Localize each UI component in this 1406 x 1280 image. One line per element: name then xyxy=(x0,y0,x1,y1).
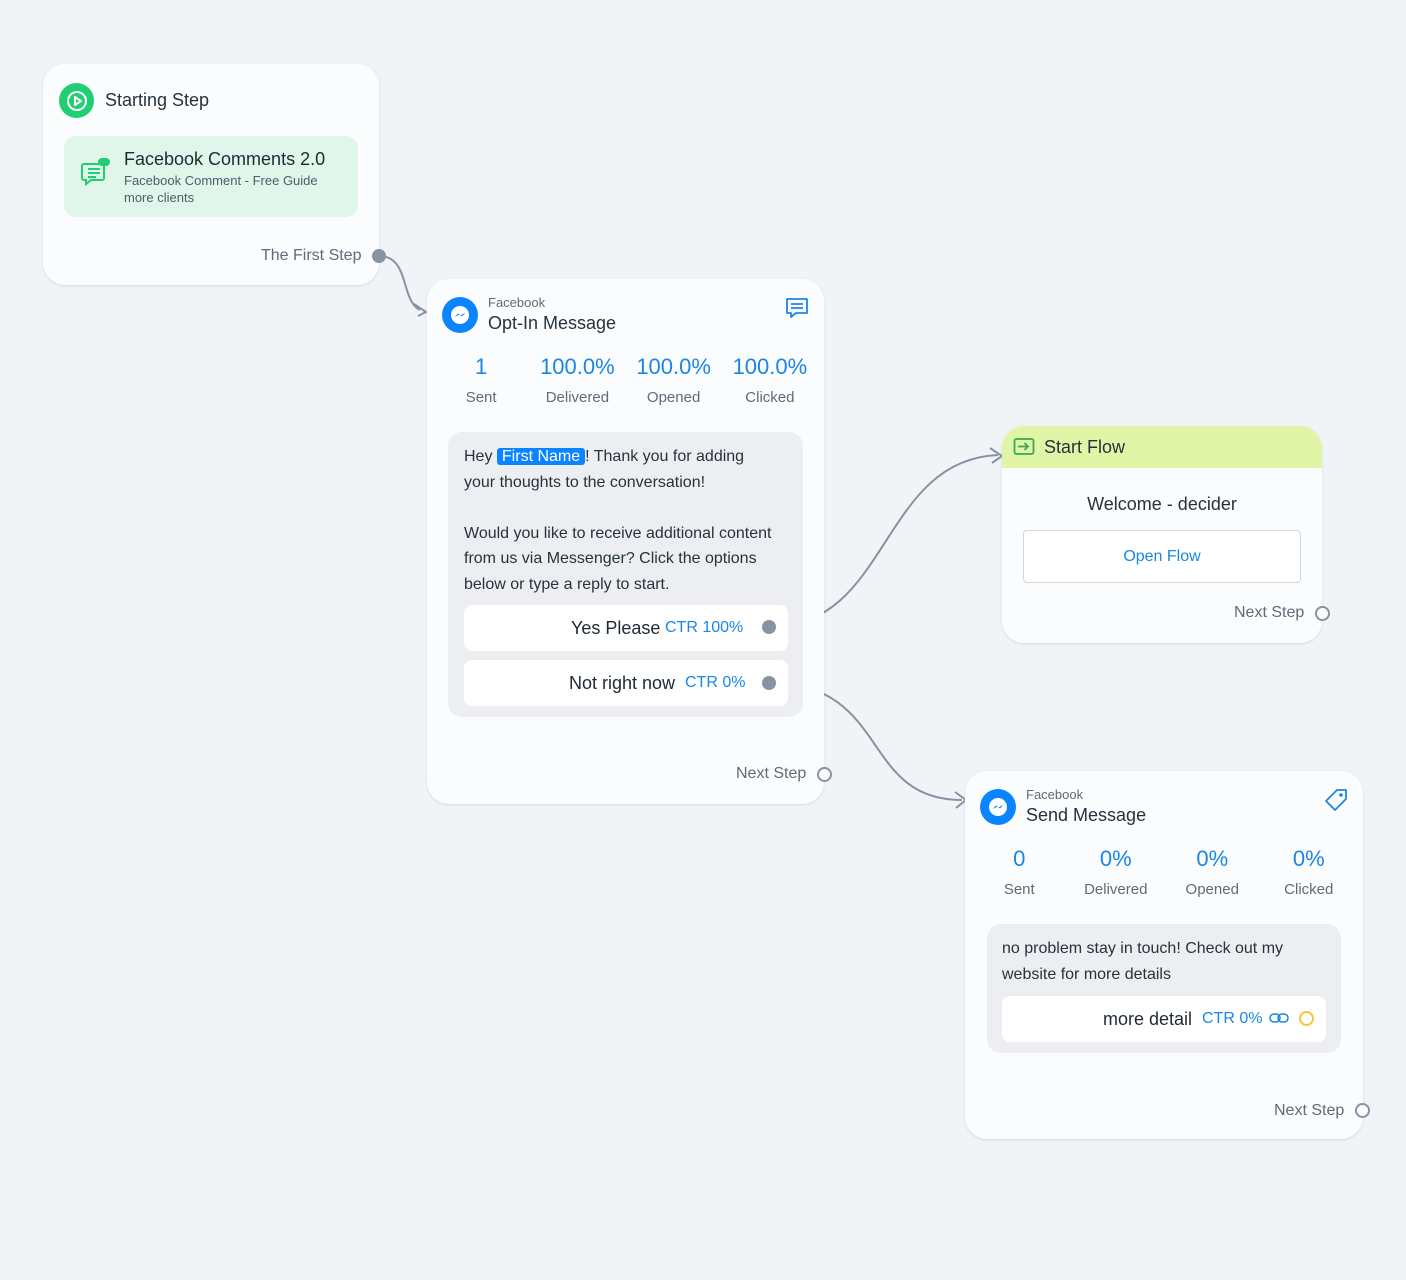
trigger-subtitle: Facebook Comment - Free Guide more clien… xyxy=(124,173,318,205)
link-icon xyxy=(1269,1010,1289,1026)
send-message-bubble: no problem stay in touch! Check out my w… xyxy=(987,924,1341,1053)
first-step-output-label: The First Step xyxy=(261,247,362,264)
starting-step-card[interactable]: Starting Step Facebook Comments 2.0 Face… xyxy=(43,64,386,285)
open-flow-button[interactable]: Open Flow xyxy=(1023,530,1301,583)
optin-title: Opt-In Message xyxy=(488,313,617,333)
start-flow-header: Start Flow xyxy=(1002,426,1322,468)
ctr-yes-please: CTR 100% xyxy=(665,619,744,636)
message-lines-icon[interactable] xyxy=(785,296,809,320)
optin-message-card[interactable]: Facebook Opt-In Message 1 Sent 100.0% Deli… xyxy=(427,279,832,804)
connector-first-step xyxy=(378,255,421,311)
start-flow-card[interactable]: Start Flow Welcome - decider Open Flow N… xyxy=(1002,426,1322,643)
first-name-variable: First Name xyxy=(496,448,586,465)
flow-next-step-handle[interactable] xyxy=(1315,606,1330,621)
not-right-now-handle[interactable] xyxy=(762,676,776,690)
messenger-icon xyxy=(442,297,478,333)
stat-clicked: 0% Clicked xyxy=(1284,846,1334,898)
stat-delivered: 100.0% Delivered xyxy=(540,354,615,406)
flow-next-step-label: Next Step xyxy=(1234,604,1305,621)
yes-please-handle[interactable] xyxy=(762,620,776,634)
flow-name: Welcome - decider xyxy=(1087,494,1237,514)
connector-arrow-flow xyxy=(989,447,1004,464)
optin-platform: Facebook xyxy=(488,295,546,310)
optin-message-bubble: Hey First Name! Thank you for adding you… xyxy=(448,432,803,717)
ctr-more-details: CTR 0% xyxy=(1202,1010,1263,1027)
optin-next-step-label: Next Step xyxy=(736,765,807,782)
more-details-handle[interactable] xyxy=(1299,1011,1314,1026)
trigger-title: Facebook Comments 2.0 xyxy=(124,149,326,169)
button-more-details[interactable]: more details CTR 0% xyxy=(1002,996,1326,1042)
send-stats: 0 Sent 0% Delivered 0% Opened 0% Clicked xyxy=(965,845,1363,898)
send-platform: Facebook xyxy=(1026,787,1084,802)
tag-icon[interactable] xyxy=(1324,788,1348,812)
connector-arrow-optin xyxy=(413,303,428,317)
quick-reply-yes-please[interactable]: Yes Please CTR 100% xyxy=(464,605,788,651)
messenger-icon xyxy=(980,789,1016,825)
ctr-not-right-now: CTR 0% xyxy=(685,674,746,691)
first-step-output-handle[interactable] xyxy=(372,249,386,263)
stat-opened: 0% Opened xyxy=(1185,846,1239,898)
comment-badge-icon xyxy=(80,156,112,188)
quick-reply-not-right-now[interactable]: Not right now CTR 0% xyxy=(464,660,788,706)
stat-sent: 1 Sent xyxy=(465,354,497,406)
flow-enter-icon xyxy=(1013,437,1035,457)
stat-sent: 0 Sent xyxy=(1003,846,1035,898)
play-icon xyxy=(59,83,94,118)
send-message-card[interactable]: Facebook Send Message 0 Sent 0% Delivered … xyxy=(965,771,1363,1139)
starting-step-title: Starting Step xyxy=(105,90,210,110)
send-title: Send Message xyxy=(1026,805,1147,825)
optin-message-text: Hey First Name! Thank you for adding you… xyxy=(464,448,772,593)
send-message-text: no problem stay in touch! Check out my w… xyxy=(1002,940,1284,983)
stat-delivered: 0% Delivered xyxy=(1084,846,1148,898)
start-flow-title: Start Flow xyxy=(1044,437,1126,457)
send-next-step-label: Next Step xyxy=(1274,1102,1345,1119)
stat-opened: 100.0% Opened xyxy=(636,354,711,406)
trigger-facebook-comments[interactable]: Facebook Comments 2.0 Facebook Comment -… xyxy=(64,136,358,217)
optin-next-step-handle[interactable] xyxy=(817,767,832,782)
optin-stats: 1 Sent 100.0% Delivered 100.0% Opened 100.0… xyxy=(427,353,824,406)
flow-canvas[interactable]: Starting Step Facebook Comments 2.0 Face… xyxy=(0,0,1406,1280)
stat-clicked: 100.0% Clicked xyxy=(732,354,808,406)
send-next-step-handle[interactable] xyxy=(1355,1103,1370,1118)
